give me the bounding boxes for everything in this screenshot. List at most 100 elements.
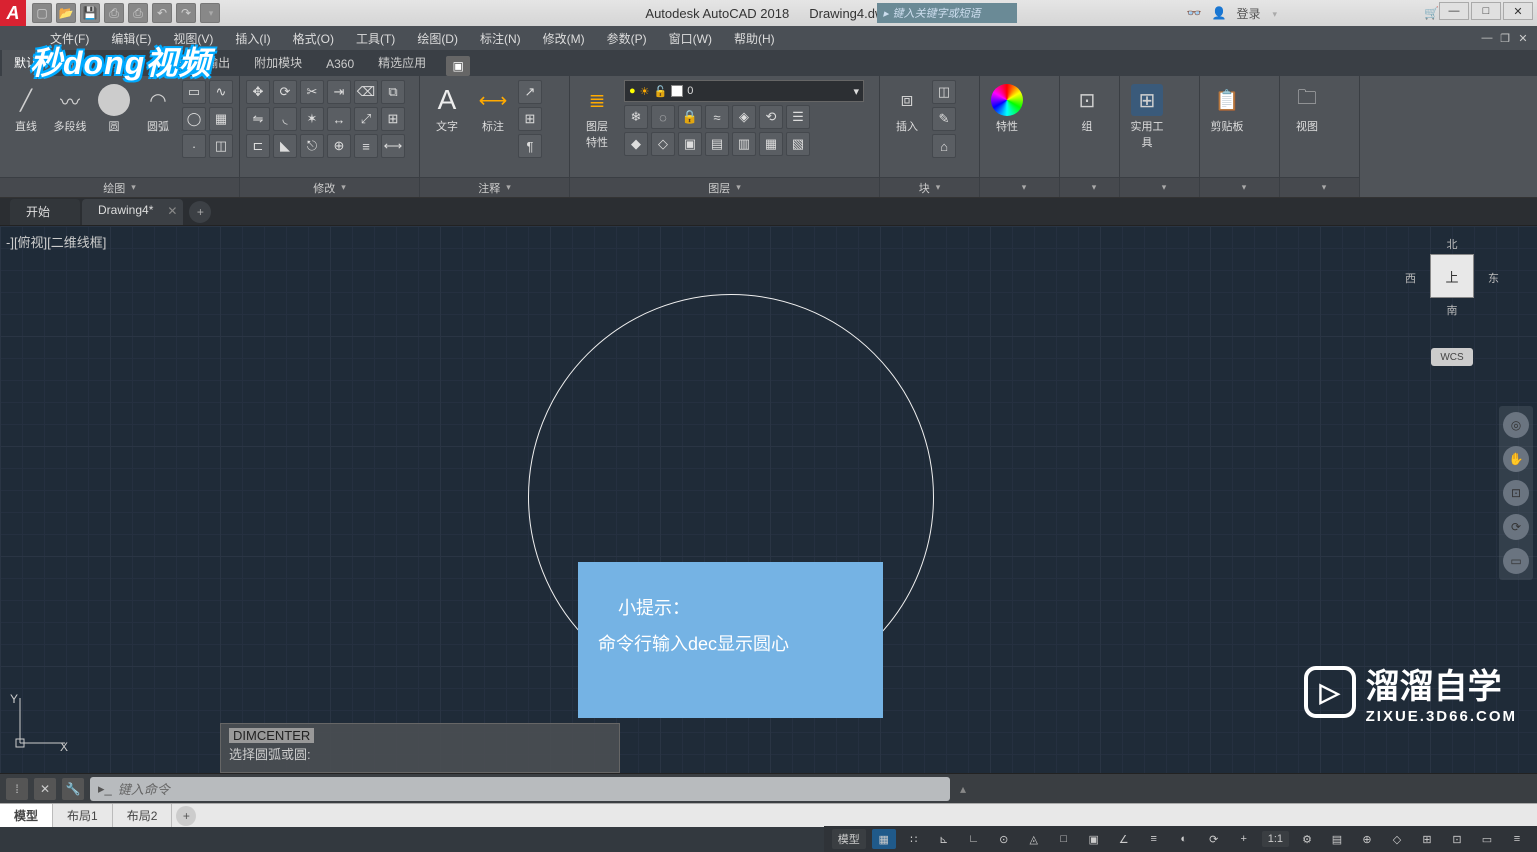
qat-print-icon[interactable]: ⎙	[128, 3, 148, 23]
menu-insert[interactable]: 插入(I)	[225, 27, 280, 50]
status-3dosnap-icon[interactable]: ▣	[1082, 829, 1106, 849]
move-icon[interactable]: ✥	[246, 80, 270, 104]
doc-minimize-button[interactable]: —	[1479, 31, 1495, 45]
layer-d-icon[interactable]: ▤	[705, 132, 729, 156]
layout-tab-1[interactable]: 布局1	[53, 804, 113, 827]
leader-icon[interactable]: ↗	[518, 80, 542, 104]
draw-region-icon[interactable]: ◫	[209, 134, 233, 158]
text-button[interactable]: A 文字	[426, 80, 468, 134]
close-button[interactable]: ✕	[1503, 2, 1533, 20]
status-hw-icon[interactable]: ⊞	[1415, 829, 1439, 849]
qat-undo-icon[interactable]: ↶	[152, 3, 172, 23]
menu-dimension[interactable]: 标注(N)	[470, 27, 531, 50]
layer-off-icon[interactable]: ◌	[651, 105, 675, 129]
status-snap-icon[interactable]: ∷	[902, 829, 926, 849]
panel-block-title[interactable]: 块	[880, 177, 979, 197]
menu-tools[interactable]: 工具(T)	[346, 27, 405, 50]
draw-rect-icon[interactable]: ▭	[182, 80, 206, 104]
mirror-icon[interactable]: ⇋	[246, 107, 270, 131]
showmotion-icon[interactable]: ▭	[1503, 548, 1529, 574]
panel-util-title[interactable]	[1120, 177, 1199, 197]
menu-edit[interactable]: 编辑(E)	[101, 27, 161, 50]
layer-dropdown[interactable]: ● ☀ 🔓 0 ▾	[624, 80, 864, 102]
doc-restore-button[interactable]: ❐	[1497, 31, 1513, 45]
status-workspace-icon[interactable]: ⚙	[1295, 829, 1319, 849]
pan-icon[interactable]: ✋	[1503, 446, 1529, 472]
panel-clip-title[interactable]	[1200, 177, 1279, 197]
layout-tab-2[interactable]: 布局2	[113, 804, 173, 827]
status-clean-icon[interactable]: ▭	[1475, 829, 1499, 849]
qat-more-icon[interactable]	[200, 3, 220, 23]
layer-iso-icon[interactable]: ◈	[732, 105, 756, 129]
chamfer-icon[interactable]: ◣	[273, 134, 297, 158]
layer-c-icon[interactable]: ▣	[678, 132, 702, 156]
vc-south[interactable]: 南	[1407, 302, 1497, 318]
join-icon[interactable]: ⊕	[327, 134, 351, 158]
cmd-handle-icon[interactable]: ⁞	[6, 778, 28, 800]
viewcube[interactable]: 北 西 东 上 南 WCS	[1407, 236, 1497, 356]
view-button[interactable]: 🗀 视图	[1286, 80, 1328, 134]
layer-lock-icon[interactable]: 🔒	[678, 105, 702, 129]
status-model[interactable]: 模型	[832, 829, 866, 849]
vc-wcs-label[interactable]: WCS	[1431, 348, 1473, 366]
layer-f-icon[interactable]: ▦	[759, 132, 783, 156]
new-tab-button[interactable]: +	[189, 201, 211, 223]
ribbon-tab-annotate[interactable]: 注释	[98, 49, 146, 76]
offset-icon[interactable]: ⊏	[246, 134, 270, 158]
group-button[interactable]: ⊡ 组	[1066, 80, 1108, 134]
block-attr-icon[interactable]: ⌂	[932, 134, 956, 158]
ribbon-tab-manage[interactable]: 管理	[146, 49, 194, 76]
layer-freeze-icon[interactable]: ❄	[624, 105, 648, 129]
array-icon[interactable]: ⊞	[381, 107, 405, 131]
user-icon[interactable]: 👤	[1212, 6, 1227, 20]
panel-layer-title[interactable]: 图层	[570, 177, 879, 197]
qat-open-icon[interactable]: 📂	[56, 3, 76, 23]
layout-tab-model[interactable]: 模型	[0, 804, 53, 827]
vc-west[interactable]: 西	[1405, 270, 1416, 286]
status-units-icon[interactable]: ⊕	[1355, 829, 1379, 849]
menu-help[interactable]: 帮助(H)	[724, 27, 785, 50]
lengthen-icon[interactable]: ⟷	[381, 134, 405, 158]
app-logo[interactable]: A	[0, 0, 26, 26]
vc-top-face[interactable]: 上	[1430, 254, 1474, 298]
stretch-icon[interactable]: ↔	[327, 107, 351, 131]
status-iso-icon[interactable]: ⊡	[1445, 829, 1469, 849]
extend-icon[interactable]: ⇥	[327, 80, 351, 104]
menu-view[interactable]: 视图(V)	[163, 27, 223, 50]
panel-view-title[interactable]	[1280, 177, 1359, 197]
ribbon-tab-a360[interactable]: A360	[314, 52, 366, 76]
table-icon[interactable]: ⊞	[518, 107, 542, 131]
draw-point-icon[interactable]: ·	[182, 134, 206, 158]
draw-ellipse-icon[interactable]: ◯	[182, 107, 206, 131]
help-search-input[interactable]: ▸键入关键字或短语	[877, 3, 1017, 23]
status-transparency-icon[interactable]: ◐	[1172, 829, 1196, 849]
search-icon[interactable]: 👓	[1187, 6, 1202, 20]
block-create-icon[interactable]: ◫	[932, 80, 956, 104]
panel-draw-title[interactable]: 绘图	[0, 177, 239, 197]
status-lwt-icon[interactable]: ≡	[1142, 829, 1166, 849]
qat-redo-icon[interactable]: ↷	[176, 3, 196, 23]
vc-north[interactable]: 北	[1447, 236, 1458, 252]
erase-icon[interactable]: ⌫	[354, 80, 378, 104]
layer-g-icon[interactable]: ▧	[786, 132, 810, 156]
login-button[interactable]: 登录	[1236, 5, 1260, 22]
menu-format[interactable]: 格式(O)	[283, 27, 344, 50]
polyline-button[interactable]: 〰 多段线	[50, 80, 90, 134]
layer-props-button[interactable]: ≣ 图层 特性	[576, 80, 618, 150]
draw-spline-icon[interactable]: ∿	[209, 80, 233, 104]
line-button[interactable]: ╱ 直线	[6, 80, 46, 134]
menu-window[interactable]: 窗口(W)	[659, 27, 722, 50]
trim-icon[interactable]: ✂	[300, 80, 324, 104]
tab-start[interactable]: 开始	[10, 199, 80, 225]
menu-modify[interactable]: 修改(M)	[533, 27, 595, 50]
status-cycling-icon[interactable]: ⟳	[1202, 829, 1226, 849]
viewport-label[interactable]: -][俯视][二维线框]	[6, 232, 106, 251]
util-button[interactable]: ⊞ 实用工具	[1126, 80, 1168, 150]
status-qs-icon[interactable]: ◇	[1385, 829, 1409, 849]
layer-state-icon[interactable]: ☰	[786, 105, 810, 129]
zoom-extents-icon[interactable]: ⊡	[1503, 480, 1529, 506]
menu-draw[interactable]: 绘图(D)	[407, 27, 468, 50]
scale-icon[interactable]: ⤢	[354, 107, 378, 131]
maximize-button[interactable]: □	[1471, 2, 1501, 20]
draw-hatch-icon[interactable]: ▦	[209, 107, 233, 131]
